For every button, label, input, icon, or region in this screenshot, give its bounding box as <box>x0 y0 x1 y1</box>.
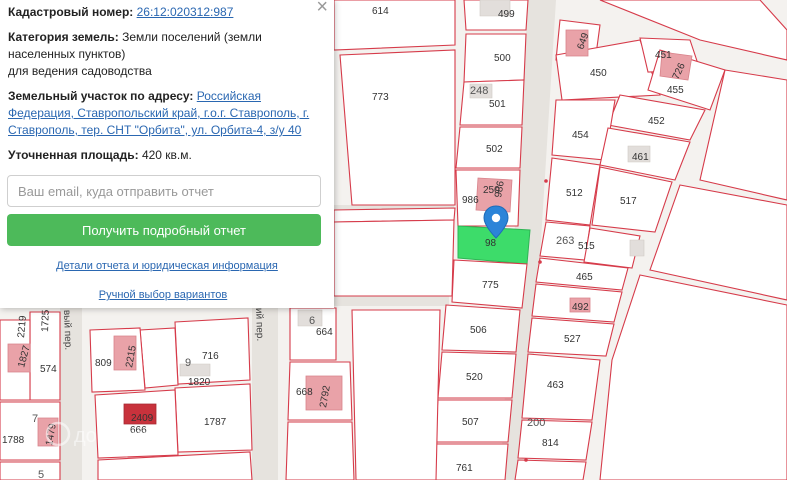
label-506: 506 <box>470 325 487 336</box>
label-1725: 1725 <box>40 309 52 332</box>
plot-5[interactable] <box>0 461 61 480</box>
close-icon[interactable]: × <box>316 0 328 17</box>
get-report-button[interactable]: Получить подробный отчет <box>7 214 321 246</box>
plot-far-right-4[interactable] <box>599 274 787 480</box>
label-614: 614 <box>372 6 389 17</box>
label-465: 465 <box>576 272 593 283</box>
plot-773[interactable] <box>339 49 456 206</box>
label-773: 773 <box>372 92 389 103</box>
label-668: 668 <box>296 387 313 398</box>
label-761: 761 <box>456 463 473 474</box>
label-455: 455 <box>667 85 684 96</box>
street-left: вый пер. <box>61 310 73 351</box>
email-input[interactable] <box>7 175 321 207</box>
area-label: Уточненная площадь: <box>8 148 139 162</box>
label-517: 517 <box>620 196 637 207</box>
address-link-3[interactable]: Ставрополь, тер. СНТ "Орбита", ул. Орбит… <box>8 123 301 137</box>
label-450: 450 <box>590 68 607 79</box>
manual-selection-link[interactable]: Ручной выбор вариантов <box>99 289 227 301</box>
label-775: 775 <box>482 280 499 291</box>
label-527: 527 <box>564 334 581 345</box>
label-814: 814 <box>542 438 559 449</box>
label-507: 507 <box>462 417 479 428</box>
label-512: 512 <box>566 188 583 199</box>
cadastral-number-link[interactable]: 26:12:020312:987 <box>137 5 234 19</box>
manual-row: Ручной выбор вариантов <box>0 289 326 301</box>
label-664: 664 <box>316 327 333 338</box>
road-marker <box>544 179 548 183</box>
watermark-text: домклик <box>74 425 151 447</box>
cadastral-label: Кадастровый номер: <box>8 5 134 19</box>
label-986: 986 <box>462 195 479 206</box>
report-details-link[interactable]: Детали отчета и юридическая информация <box>56 260 278 272</box>
label-716: 716 <box>202 351 219 362</box>
label-200: 200 <box>527 417 545 429</box>
address-row: Земельный участок по адресу: Российская … <box>8 88 326 139</box>
label-9: 9 <box>185 357 191 369</box>
label-1820: 1820 <box>188 377 211 388</box>
label-248: 248 <box>470 85 488 97</box>
plot-761[interactable] <box>429 443 509 480</box>
cadastral-row: Кадастровый номер: 26:12:020312:987 <box>8 4 326 21</box>
road-marker <box>538 260 542 264</box>
label-6: 6 <box>309 315 315 327</box>
road-marker <box>524 458 528 462</box>
label-520: 520 <box>466 372 483 383</box>
category-value-1: Земли поселений (земли <box>122 30 262 44</box>
label-809: 809 <box>95 358 112 369</box>
label-98: 98 <box>485 238 497 249</box>
plot-614[interactable] <box>333 0 456 51</box>
label-451: 451 <box>655 50 672 61</box>
street-mid: ий пер. <box>253 308 265 342</box>
lower-street-road <box>334 296 449 306</box>
label-454: 454 <box>572 130 589 141</box>
label-263: 263 <box>556 235 574 247</box>
label-574: 574 <box>40 364 57 375</box>
label-1787: 1787 <box>204 417 227 428</box>
category-value-2: населенных пунктов) <box>8 47 126 61</box>
address-link-2[interactable]: Федерация, Ставропольский край, г.о.г. С… <box>8 106 309 120</box>
label-492: 492 <box>572 302 589 313</box>
label-7: 7 <box>32 413 38 425</box>
label-1788: 1788 <box>2 435 25 446</box>
label-500: 500 <box>494 53 511 64</box>
label-5: 5 <box>38 469 44 480</box>
label-2219: 2219 <box>16 315 29 339</box>
label-452: 452 <box>648 116 665 127</box>
plot-lower-mid2[interactable] <box>351 309 441 480</box>
label-515: 515 <box>578 241 595 252</box>
label-501: 501 <box>489 99 506 110</box>
label-463: 463 <box>547 380 564 391</box>
label-2409: 2409 <box>131 413 154 424</box>
address-link-1[interactable]: Российская <box>197 89 261 103</box>
category-row: Категория земель: Земли поселений (земли… <box>8 29 326 80</box>
plot-right-bottom[interactable] <box>514 459 587 480</box>
label-502: 502 <box>486 144 503 155</box>
category-label: Категория земель: <box>8 30 119 44</box>
label-461: 461 <box>632 152 649 163</box>
area-row: Уточненная площадь: 420 кв.м. <box>8 147 326 164</box>
area-value: 420 кв.м. <box>141 148 192 162</box>
plot-mid[interactable] <box>333 219 455 297</box>
label-499: 499 <box>498 9 515 20</box>
building-515 <box>629 239 645 257</box>
plot-lower-mid[interactable] <box>285 421 355 480</box>
plot-9[interactable] <box>139 327 179 389</box>
category-value-3: для ведения садоводства <box>8 64 152 78</box>
address-label: Земельный участок по адресу: <box>8 89 194 103</box>
details-row: Детали отчета и юридическая информация <box>0 260 334 272</box>
plot-info-panel: × Кадастровый номер: 26:12:020312:987 Ка… <box>0 0 334 308</box>
